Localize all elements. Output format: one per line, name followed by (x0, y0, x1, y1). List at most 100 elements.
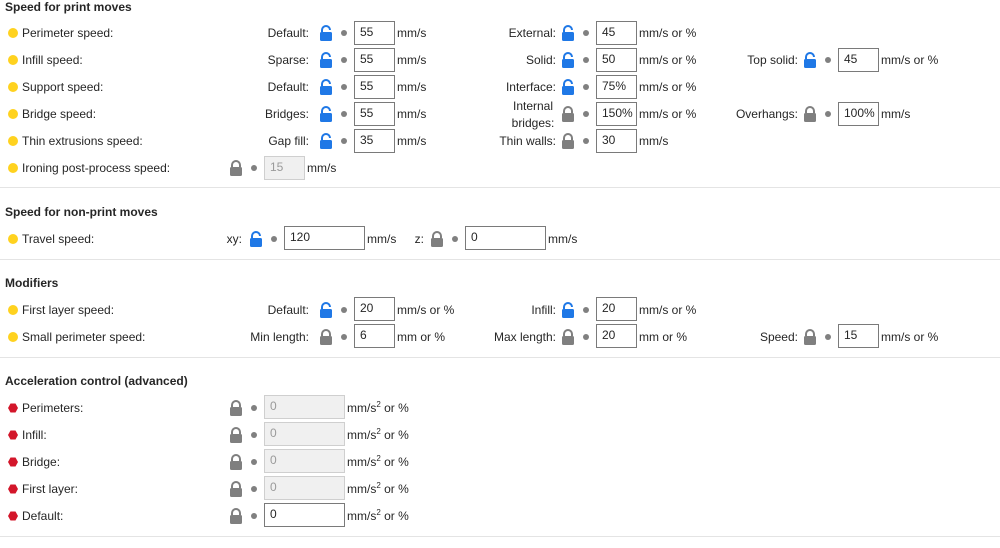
solid-infill-speed-input[interactable]: 50 (596, 48, 637, 72)
acceleration-unit-label: mm/s2 or % (347, 454, 409, 470)
print-settings-speed-page: Speed for print moves Perimeter speed: D… (0, 0, 1000, 548)
first-layer-infill-label: Infill: (531, 303, 556, 317)
sparse-infill-speed-input[interactable]: 55 (354, 48, 395, 72)
default-value-bullet (583, 111, 589, 117)
mode-expert-icon (8, 403, 18, 413)
unit-label: mm/s (397, 26, 427, 40)
overhangs-speed-input[interactable]: 100% (838, 102, 879, 126)
bridge-speed-input[interactable]: 55 (354, 102, 395, 126)
lock-icon[interactable] (229, 160, 243, 176)
lock-icon[interactable] (319, 329, 333, 345)
small-perimeter-speed-input[interactable]: 15 (838, 324, 879, 348)
top-solid-infill-speed-input[interactable]: 45 (838, 48, 879, 72)
unit-label: mm/s (881, 107, 911, 121)
default-value-bullet (583, 334, 589, 340)
lock-icon[interactable] (229, 427, 243, 443)
lock-icon[interactable] (803, 329, 817, 345)
mode-expert-icon (8, 430, 18, 440)
first-layer-infill-speed-input[interactable]: 20 (596, 297, 637, 321)
first-layer-acceleration-input: 0 (264, 476, 345, 500)
section-title-modifiers: Modifiers (5, 276, 59, 290)
section-title-acceleration: Acceleration control (advanced) (5, 374, 188, 388)
default-acceleration-input[interactable]: 0 (264, 503, 345, 527)
bridge-acceleration-label: Bridge: (22, 455, 61, 469)
mode-expert-icon (8, 484, 18, 494)
unlock-icon[interactable] (319, 302, 333, 318)
section-separator (0, 536, 1000, 537)
gap-fill-speed-input[interactable]: 35 (354, 129, 395, 153)
unlock-icon[interactable] (249, 231, 263, 247)
default-value-bullet (825, 334, 831, 340)
default-value-bullet (583, 30, 589, 36)
unlock-icon[interactable] (561, 25, 575, 41)
thin-extrusions-speed-label: Thin extrusions speed: (22, 134, 143, 148)
external-perimeter-speed-input[interactable]: 45 (596, 21, 637, 45)
acceleration-unit-label: mm/s2 or % (347, 427, 409, 443)
unlock-icon[interactable] (319, 52, 333, 68)
first-layer-speed-input[interactable]: 20 (354, 297, 395, 321)
unit-label: mm/s (639, 134, 669, 148)
unlock-icon[interactable] (319, 133, 333, 149)
unlock-icon[interactable] (561, 79, 575, 95)
travel-z-label: z: (414, 232, 424, 246)
unlock-icon[interactable] (803, 52, 817, 68)
thin-walls-speed-input[interactable]: 30 (596, 129, 637, 153)
thin-walls-label: Thin walls: (499, 134, 556, 148)
support-interface-speed-input[interactable]: 75% (596, 75, 637, 99)
default-value-bullet (251, 165, 257, 171)
lock-icon[interactable] (561, 329, 575, 345)
travel-z-speed-input[interactable]: 0 (465, 226, 546, 250)
support-speed-label: Support speed: (22, 80, 104, 94)
default-value-bullet (583, 84, 589, 90)
unit-label: mm/s (548, 232, 578, 246)
first-layer-default-label: Default: (267, 303, 309, 317)
mode-simple-icon (8, 136, 18, 146)
unit-label: mm/s (367, 232, 397, 246)
lock-icon[interactable] (561, 106, 575, 122)
unlock-icon[interactable] (561, 52, 575, 68)
lock-icon[interactable] (430, 231, 444, 247)
support-speed-input[interactable]: 55 (354, 75, 395, 99)
perimeter-default-label: Default: (267, 26, 309, 40)
perimeter-speed-input[interactable]: 55 (354, 21, 395, 45)
unlock-icon[interactable] (319, 25, 333, 41)
sparse-infill-label: Sparse: (267, 53, 309, 67)
lock-icon[interactable] (229, 400, 243, 416)
unlock-icon[interactable] (319, 79, 333, 95)
lock-icon[interactable] (229, 481, 243, 497)
small-perimeter-speed-value-label: Speed: (759, 330, 798, 344)
unlock-icon[interactable] (319, 106, 333, 122)
mode-simple-icon (8, 109, 18, 119)
unit-label: mm/s or % (639, 26, 697, 40)
lock-icon[interactable] (561, 133, 575, 149)
section-separator (0, 187, 1000, 188)
small-perimeter-max-length-input[interactable]: 20 (596, 324, 637, 348)
section-separator (0, 357, 1000, 358)
perimeter-acceleration-label: Perimeters: (22, 401, 84, 415)
default-acceleration-label: Default: (22, 509, 64, 523)
mode-expert-icon (8, 511, 18, 521)
mode-simple-icon (8, 55, 18, 65)
default-value-bullet (251, 432, 257, 438)
mode-simple-icon (8, 28, 18, 38)
default-value-bullet (251, 486, 257, 492)
internal-bridges-speed-input[interactable]: 150% (596, 102, 637, 126)
solid-infill-label: Solid: (525, 53, 556, 67)
default-value-bullet (341, 111, 347, 117)
default-value-bullet (341, 84, 347, 90)
lock-icon[interactable] (803, 106, 817, 122)
unlock-icon[interactable] (561, 302, 575, 318)
travel-xy-label: xy: (226, 232, 242, 246)
unit-label: mm/s (307, 161, 337, 175)
travel-xy-speed-input[interactable]: 120 (284, 226, 365, 250)
small-perimeter-min-length-label: Min length: (250, 330, 309, 344)
acceleration-unit-label: mm/s2 or % (347, 508, 409, 524)
lock-icon[interactable] (229, 508, 243, 524)
support-interface-label: Interface: (505, 80, 556, 94)
unit-label: mm/s (397, 134, 427, 148)
infill-acceleration-input: 0 (264, 422, 345, 446)
unit-label: mm/s or % (639, 80, 697, 94)
unit-label: mm/s or % (397, 303, 455, 317)
lock-icon[interactable] (229, 454, 243, 470)
small-perimeter-min-length-input[interactable]: 6 (354, 324, 395, 348)
